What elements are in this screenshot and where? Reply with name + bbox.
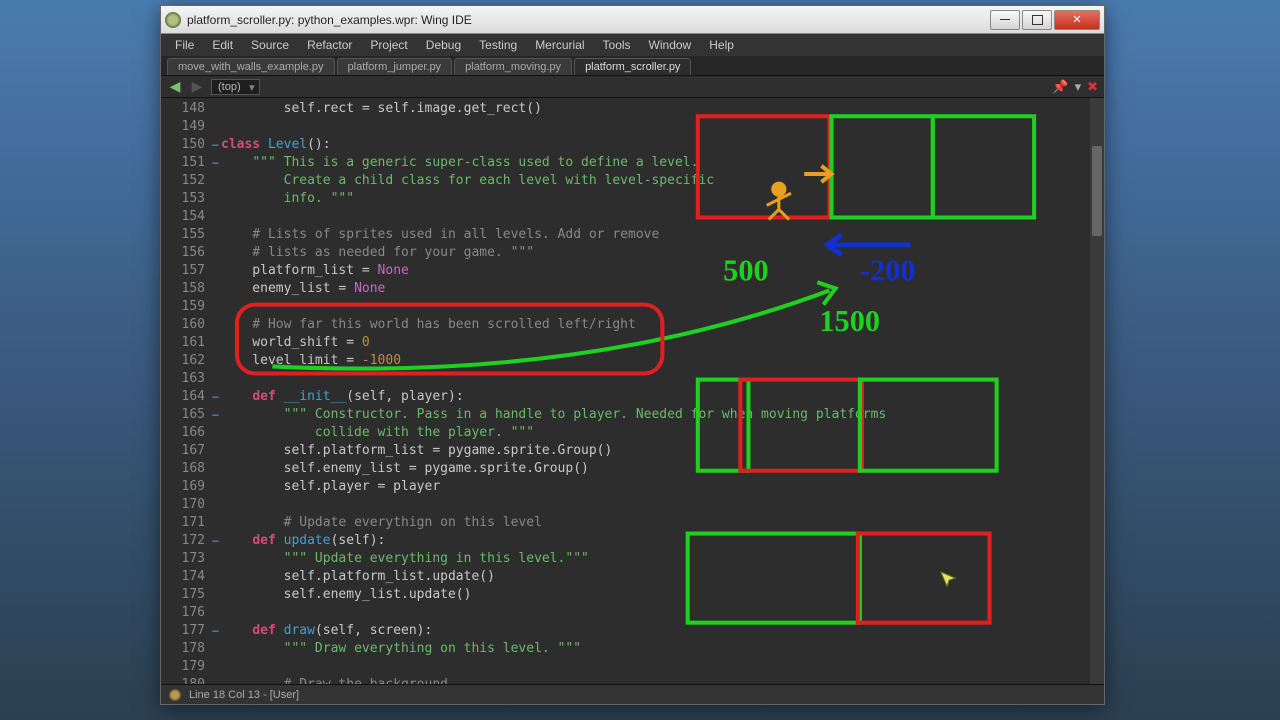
scope-selector[interactable]: (top): [211, 79, 260, 95]
close-tab-icon[interactable]: ✖: [1087, 79, 1098, 95]
window-controls: [990, 10, 1100, 30]
minimize-button[interactable]: [990, 10, 1020, 30]
editor-area: 1481491501511521531541551561571581591601…: [161, 98, 1104, 684]
menu-refactor[interactable]: Refactor: [299, 36, 360, 54]
editor-toolbar: ◀ ▶ (top) 📌 ▾ ✖: [161, 76, 1104, 98]
close-button[interactable]: [1054, 10, 1100, 30]
menu-window[interactable]: Window: [641, 36, 700, 54]
tab-platform_moving-py[interactable]: platform_moving.py: [454, 58, 572, 75]
line-number-gutter: 1481491501511521531541551561571581591601…: [161, 98, 221, 684]
menu-debug[interactable]: Debug: [418, 36, 469, 54]
menu-tools[interactable]: Tools: [595, 36, 639, 54]
window-title: platform_scroller.py: python_examples.wp…: [187, 13, 990, 27]
app-icon: [165, 12, 181, 28]
nav-forward-icon[interactable]: ▶: [189, 79, 205, 95]
menu-mercurial[interactable]: Mercurial: [527, 36, 592, 54]
ide-window: platform_scroller.py: python_examples.wp…: [160, 5, 1105, 705]
maximize-button[interactable]: [1022, 10, 1052, 30]
vertical-scrollbar[interactable]: [1090, 98, 1104, 684]
editor-tabs: move_with_walls_example.pyplatform_jumpe…: [161, 56, 1104, 76]
menu-bar: FileEditSourceRefactorProjectDebugTestin…: [161, 34, 1104, 56]
menu-help[interactable]: Help: [701, 36, 742, 54]
tab-move_with_walls_example-py[interactable]: move_with_walls_example.py: [167, 58, 335, 75]
options-icon[interactable]: ▾: [1075, 79, 1082, 95]
status-text: Line 18 Col 13 - [User]: [189, 689, 299, 701]
status-bar: Line 18 Col 13 - [User]: [161, 684, 1104, 704]
tab-platform_jumper-py[interactable]: platform_jumper.py: [337, 58, 453, 75]
window-titlebar[interactable]: platform_scroller.py: python_examples.wp…: [161, 6, 1104, 34]
code-editor[interactable]: self.rect = self.image.get_rect()class L…: [221, 98, 1090, 684]
menu-file[interactable]: File: [167, 36, 202, 54]
nav-back-icon[interactable]: ◀: [167, 79, 183, 95]
bug-icon[interactable]: [169, 689, 181, 701]
menu-project[interactable]: Project: [362, 36, 415, 54]
menu-testing[interactable]: Testing: [471, 36, 525, 54]
scroll-thumb[interactable]: [1092, 146, 1102, 236]
tab-platform_scroller-py[interactable]: platform_scroller.py: [574, 58, 691, 75]
menu-edit[interactable]: Edit: [204, 36, 241, 54]
desktop-background: platform_scroller.py: python_examples.wp…: [0, 0, 1280, 720]
pin-icon[interactable]: 📌: [1052, 79, 1068, 95]
menu-source[interactable]: Source: [243, 36, 297, 54]
